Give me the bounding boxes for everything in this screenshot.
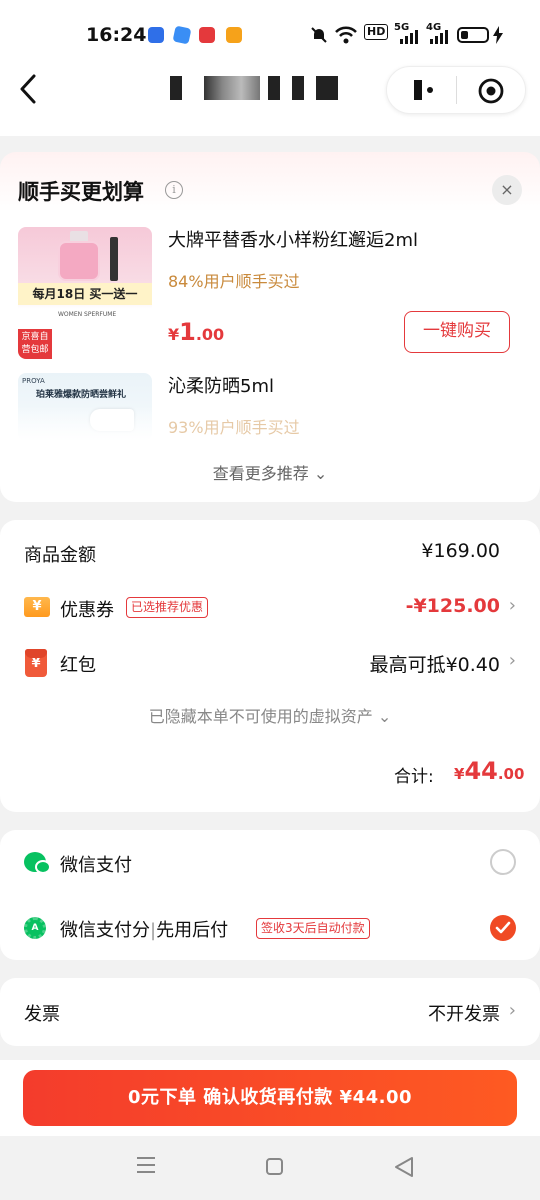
- total-currency: ¥: [454, 765, 465, 783]
- app-notification-icon: [148, 27, 164, 43]
- product-name[interactable]: 沁柔防晒5ml: [168, 372, 274, 398]
- wechat-pay-score-icon: A: [24, 917, 46, 939]
- goods-amount-value: ¥169.00: [421, 540, 500, 562]
- hidden-assets-note[interactable]: 已隐藏本单不可使用的虚拟资产 ⌄: [0, 703, 540, 727]
- menu-key-icon[interactable]: [137, 1157, 155, 1173]
- more-dots-icon[interactable]: [404, 76, 440, 104]
- total-label: 合计:: [394, 767, 434, 787]
- coupon-value[interactable]: -¥125.00: [406, 595, 500, 617]
- invoice-label[interactable]: 发票: [24, 1000, 60, 1026]
- redacted-title: [316, 76, 338, 100]
- image-caption: WOMEN SPERFUME: [58, 311, 117, 318]
- app-notification-icon: [226, 27, 242, 43]
- coupon-label[interactable]: 优惠券: [60, 596, 114, 622]
- back-key-icon[interactable]: [394, 1156, 414, 1178]
- one-click-buy-button[interactable]: 一键购买: [404, 311, 510, 353]
- chevron-right-icon[interactable]: ›: [509, 1000, 516, 1021]
- price-integer: 1: [179, 318, 196, 346]
- redacted-title: [170, 76, 182, 100]
- checkmark-icon: [495, 921, 511, 934]
- image-banner: 每月18日 买一送一: [18, 283, 152, 305]
- chevron-right-icon[interactable]: ›: [509, 595, 516, 616]
- status-time: 16:24: [86, 24, 147, 46]
- wechat-pay-radio[interactable]: [490, 849, 516, 875]
- battery-icon: [457, 27, 489, 43]
- product-buyers: 84%用户顺手买过: [168, 272, 300, 291]
- wechat-pay-score-name: 微信支付分: [60, 920, 150, 941]
- wechat-pay-score-radio-checked[interactable]: [490, 915, 516, 941]
- total-value: ¥44.00: [454, 757, 524, 785]
- capsule-divider: [456, 76, 457, 104]
- signal-icon: [400, 30, 418, 44]
- charging-icon: [493, 26, 503, 44]
- app-notification-icon: [199, 27, 215, 43]
- chevron-right-icon[interactable]: ›: [509, 650, 516, 671]
- red-packet-icon: ¥: [25, 649, 47, 677]
- recommend-title: 顺手买更划算: [18, 180, 144, 204]
- chevron-left-icon[interactable]: [16, 72, 40, 106]
- close-icon[interactable]: ×: [492, 175, 522, 205]
- red-packet-value[interactable]: 最高可抵¥0.40: [370, 650, 500, 677]
- perfume-vial-image: [110, 237, 118, 281]
- fade-overlay: [18, 406, 152, 442]
- image-tag: 京喜自营包邮: [18, 329, 52, 359]
- image-brand: PROYA: [22, 377, 45, 385]
- signal-icon: [430, 30, 448, 44]
- mute-bell-icon: [311, 27, 327, 43]
- image-title: 珀莱雅爆款防晒尝鲜礼: [36, 390, 127, 400]
- goods-amount-label: 商品金额: [24, 545, 96, 566]
- product-image[interactable]: 每月18日 买一送一 WOMEN SPERFUME 京喜自营包邮: [18, 227, 152, 359]
- wifi-icon: [335, 26, 357, 44]
- wechat-pay-icon: [24, 852, 51, 874]
- coupon-tag: 已选推荐优惠: [126, 597, 209, 618]
- see-more-link[interactable]: 查看更多推荐 ⌄: [0, 460, 540, 484]
- wechat-pay-label[interactable]: 微信支付: [60, 851, 132, 877]
- home-key-icon[interactable]: [266, 1158, 283, 1175]
- total-integer: 44: [464, 757, 498, 785]
- pay-later-label: 先用后付: [156, 920, 229, 941]
- redacted-title: [268, 76, 280, 100]
- product-price: ¥1.00: [168, 318, 224, 346]
- invoice-value[interactable]: 不开发票: [428, 1000, 500, 1026]
- target-circle-icon[interactable]: [476, 76, 506, 106]
- coupon-icon: ¥: [24, 597, 50, 617]
- price-currency: ¥: [168, 325, 180, 344]
- auto-pay-tag: 签收3天后自动付款: [256, 918, 370, 939]
- wechat-pay-score-label[interactable]: 微信支付分|先用后付: [60, 916, 228, 942]
- total-decimal: .00: [497, 765, 525, 783]
- info-icon[interactable]: i: [165, 181, 183, 199]
- red-packet-label[interactable]: 红包: [60, 651, 96, 677]
- product-name[interactable]: 大牌平替香水小样粉红邂逅2ml: [168, 226, 418, 252]
- app-notification-icon: [172, 25, 192, 45]
- redacted-title: [204, 76, 260, 100]
- hd-indicator: HD: [364, 24, 389, 40]
- redacted-title: [292, 76, 304, 100]
- place-order-button[interactable]: 0元下单 确认收货再付款 ¥44.00: [23, 1070, 517, 1126]
- perfume-bottle-image: [58, 241, 100, 281]
- price-decimal: .00: [195, 325, 225, 344]
- product-buyers: 93%用户顺手买过: [168, 418, 300, 437]
